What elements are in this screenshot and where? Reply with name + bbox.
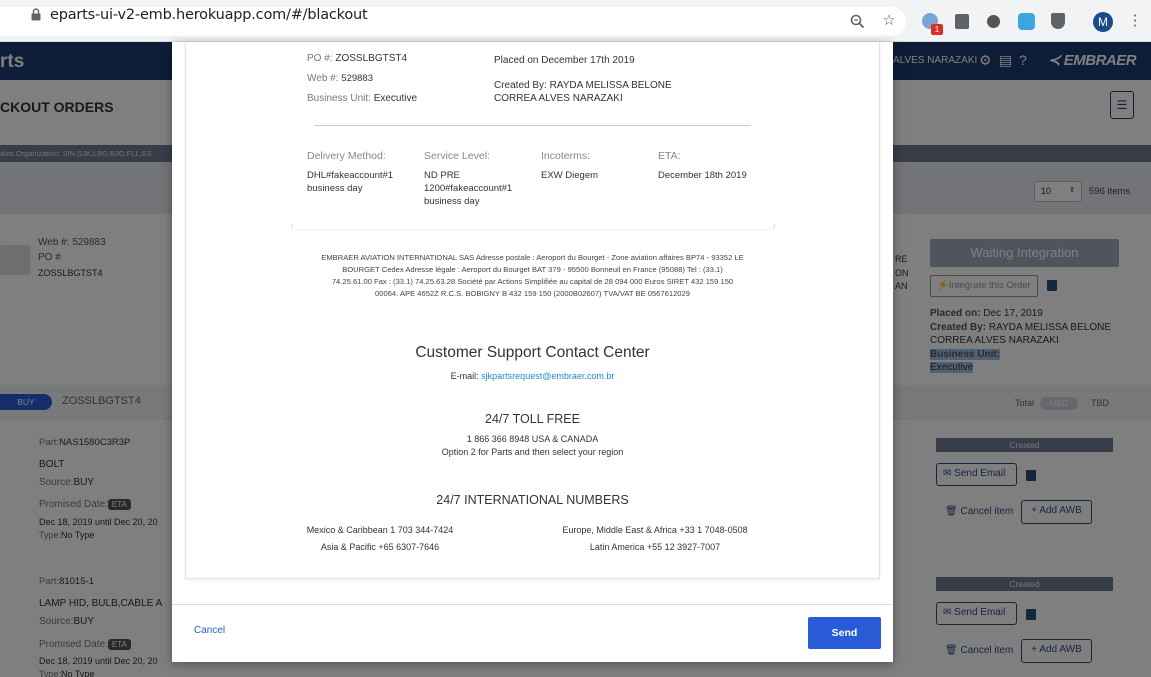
- support-email: E-mail: sjkpartsrequest@embraer.com.br: [185, 371, 880, 381]
- delivery-method-label: Delivery Method:: [307, 150, 386, 162]
- modal-bu-value: Executive: [373, 93, 418, 104]
- extension-feather-icon[interactable]: [1018, 13, 1035, 30]
- intl-latin-america: Latin America +55 12 3927-7007: [589, 542, 721, 552]
- extension-circle-icon[interactable]: [987, 15, 1000, 28]
- modal-business-unit: Business Unit: Executive: [307, 93, 417, 104]
- modal-footer-divider: [172, 604, 893, 605]
- delivery-method-value-2: business day: [307, 183, 363, 194]
- delivery-method-value-1: DHL#fakeaccount#1: [307, 170, 394, 181]
- toll-free-title: 24/7 TOLL FREE: [485, 412, 580, 426]
- modal-placed-on: Placed on December 17th 2019: [494, 55, 635, 66]
- zoom-icon[interactable]: [850, 14, 865, 29]
- extension-lightbulb-icon[interactable]: [955, 14, 969, 29]
- service-level-value-2: 1200#fakeaccount#1: [424, 183, 513, 194]
- service-level-value-1: ND PRE: [424, 170, 460, 181]
- service-level-value-3: business day: [424, 196, 480, 207]
- modal-web: Web #: 529883: [307, 73, 373, 84]
- toll-free-line-1: 1 866 366 8948 USA & CANADA: [466, 434, 599, 444]
- eta-value: December 18th 2019: [658, 170, 747, 181]
- summary-box-bottom-edge: [291, 224, 775, 230]
- email-label: E-mail:: [450, 371, 479, 381]
- modal-web-label: Web #:: [307, 73, 339, 84]
- legal-line-2: BOURGET Cedex Adresse légale : Aeroport …: [342, 265, 723, 274]
- toll-free-line-2: Option 2 for Parts and then select your …: [441, 447, 624, 457]
- legal-text: EMBRAER AVIATION INTERNATIONAL SAS Adres…: [270, 252, 795, 300]
- incoterms-label: Incoterms:: [541, 150, 591, 162]
- modal-bu-label: Business Unit:: [307, 93, 371, 104]
- intl-europe: Europe, Middle East & Africa +33 1 7048-…: [562, 525, 748, 535]
- url-text[interactable]: eparts-ui-v2-emb.herokuapp.com/#/blackou…: [50, 7, 368, 23]
- modal-created-by-2: CORREA ALVES NARAZAKI: [494, 93, 623, 104]
- support-email-link[interactable]: sjkpartsrequest@embraer.com.br: [481, 371, 614, 381]
- incoterms-value: EXW Diegem: [541, 170, 599, 181]
- modal-po-value: ZOSSLBGTST4: [335, 53, 408, 64]
- international-title: 24/7 INTERNATIONAL NUMBERS: [436, 493, 629, 507]
- extension-badge: 1: [931, 24, 943, 35]
- profile-avatar[interactable]: M: [1093, 12, 1113, 32]
- modal-po: PO #: ZOSSLBGTST4: [307, 53, 407, 64]
- modal-created-by-1: Created By: RAYDA MELISSA BELONE: [494, 80, 672, 91]
- eta-label: ETA:: [658, 150, 681, 162]
- modal-web-value: 529883: [341, 73, 373, 84]
- lock-icon: [31, 8, 41, 21]
- browser-menu-icon[interactable]: ⋮: [1126, 12, 1144, 30]
- support-title: Customer Support Contact Center: [415, 344, 650, 361]
- service-level-label: Service Level:: [424, 150, 490, 162]
- modal-divider: [314, 125, 751, 126]
- legal-line-1: EMBRAER AVIATION INTERNATIONAL SAS Adres…: [321, 253, 744, 262]
- send-button[interactable]: Send: [808, 617, 881, 649]
- modal-po-label: PO #:: [307, 53, 333, 64]
- bookmark-star-icon[interactable]: ☆: [880, 12, 898, 30]
- cancel-button[interactable]: Cancel: [194, 625, 225, 636]
- legal-line-4: 00064. APE 4652Z R.C.S. BOBIGNY B 432 15…: [375, 289, 690, 298]
- legal-line-3: 74.25.61.00 Fax : (33.1) 74.25.63.28 Soc…: [331, 277, 734, 286]
- intl-asia: Asia & Pacific +65 6307-7646: [320, 542, 440, 552]
- extension-shield-icon[interactable]: [1051, 13, 1065, 29]
- intl-mexico: Mexico & Caribbean 1 703 344-7424: [306, 525, 454, 535]
